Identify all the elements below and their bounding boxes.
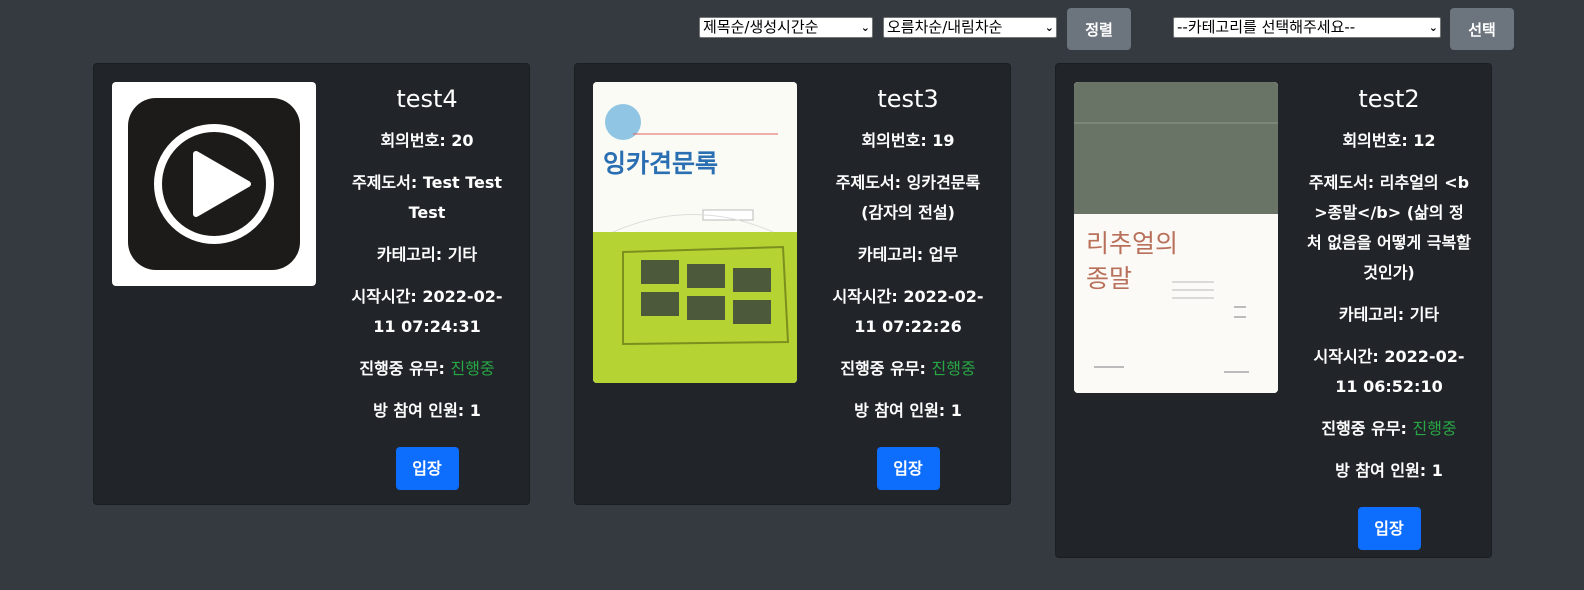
meeting-card: test4 회의번호: 20 주제도서: Test Test Test 카테고리… [93, 63, 530, 505]
progress-status: 진행중 유무: 진행중 [359, 359, 495, 378]
book-title: 주제도서: 잉카견문록 (감자의 전설) [835, 173, 981, 222]
status-badge: 진행중 [1412, 419, 1457, 438]
status-badge: 진행중 [931, 359, 976, 378]
progress-status: 진행중 유무: 진행중 [1321, 419, 1457, 438]
card-thumbnail: 잉카견문록 [593, 82, 797, 383]
book-title: 주제도서: 리추얼의 <b>종말</b> (삶의 정처 없음을 어떻게 극복할 … [1307, 173, 1471, 282]
card-info: test4 회의번호: 20 주제도서: Test Test Test 카테고리… [325, 64, 529, 490]
category: 카테고리: 기타 [376, 245, 478, 264]
sort-field-select[interactable]: 제목순/생성시간순 ⌄ [699, 17, 873, 38]
cover-title: 리추얼의 [1086, 229, 1178, 258]
card-thumbnail [112, 82, 316, 286]
cover-title: 종말 [1086, 264, 1132, 293]
enter-button[interactable]: 입장 [1357, 507, 1421, 550]
meeting-card: 리추얼의 종말 test2 회의번호: 12 주제도서: 리추얼의 <b>종말<… [1055, 63, 1492, 558]
book-title: 주제도서: Test Test Test [351, 173, 503, 222]
sort-button[interactable]: 정렬 [1067, 8, 1131, 50]
start-time: 시작시간: 2022-02-11 07:22:26 [832, 287, 984, 336]
card-title: test3 [877, 85, 939, 113]
participant-count: 방 참여 인원: 1 [373, 401, 481, 420]
sort-order-select[interactable]: 오름차순/내림차순 ⌄ [883, 17, 1057, 38]
card-thumbnail: 리추얼의 종말 [1074, 82, 1278, 393]
enter-button[interactable]: 입장 [395, 447, 459, 490]
participant-count: 방 참여 인원: 1 [1335, 461, 1443, 480]
book-cover-image: 잉카견문록 [593, 82, 797, 383]
category-select[interactable]: --카테고리를 선택해주세요-- ⌄ [1173, 17, 1441, 38]
meeting-number: 회의번호: 20 [380, 131, 474, 150]
chevron-down-icon: ⌄ [1428, 21, 1438, 34]
category: 카테고리: 업무 [857, 245, 959, 264]
sort-order-value: 오름차순/내림차순 [887, 18, 1003, 36]
progress-status: 진행중 유무: 진행중 [840, 359, 976, 378]
select-button[interactable]: 선택 [1450, 8, 1514, 50]
card-info: test3 회의번호: 19 주제도서: 잉카견문록 (감자의 전설) 카테고리… [806, 64, 1010, 490]
book-cover-image: 리추얼의 종말 [1074, 82, 1278, 393]
chevron-down-icon: ⌄ [1044, 21, 1054, 34]
start-time: 시작시간: 2022-02-11 06:52:10 [1313, 347, 1465, 396]
category-select-value: --카테고리를 선택해주세요-- [1177, 18, 1356, 36]
meeting-card: 잉카견문록 test3 회의번호: 19 주제도서: 잉카견문록 (감자의 전설… [574, 63, 1011, 505]
enter-button[interactable]: 입장 [876, 447, 940, 490]
status-badge: 진행중 [450, 359, 495, 378]
chevron-down-icon: ⌄ [860, 21, 870, 34]
cover-title: 잉카견문록 [603, 149, 718, 178]
category: 카테고리: 기타 [1338, 305, 1440, 324]
participant-count: 방 참여 인원: 1 [854, 401, 962, 420]
play-icon [112, 82, 316, 286]
meeting-number: 회의번호: 19 [861, 131, 955, 150]
card-info: test2 회의번호: 12 주제도서: 리추얼의 <b>종말</b> (삶의 … [1287, 64, 1491, 550]
card-title: test4 [396, 85, 458, 113]
start-time: 시작시간: 2022-02-11 07:24:31 [351, 287, 503, 336]
toolbar: 제목순/생성시간순 ⌄ 오름차순/내림차순 ⌄ 정렬 --카테고리를 선택해주세… [0, 4, 1584, 50]
sort-field-value: 제목순/생성시간순 [703, 18, 819, 36]
meeting-number: 회의번호: 12 [1342, 131, 1436, 150]
card-title: test2 [1358, 85, 1420, 113]
